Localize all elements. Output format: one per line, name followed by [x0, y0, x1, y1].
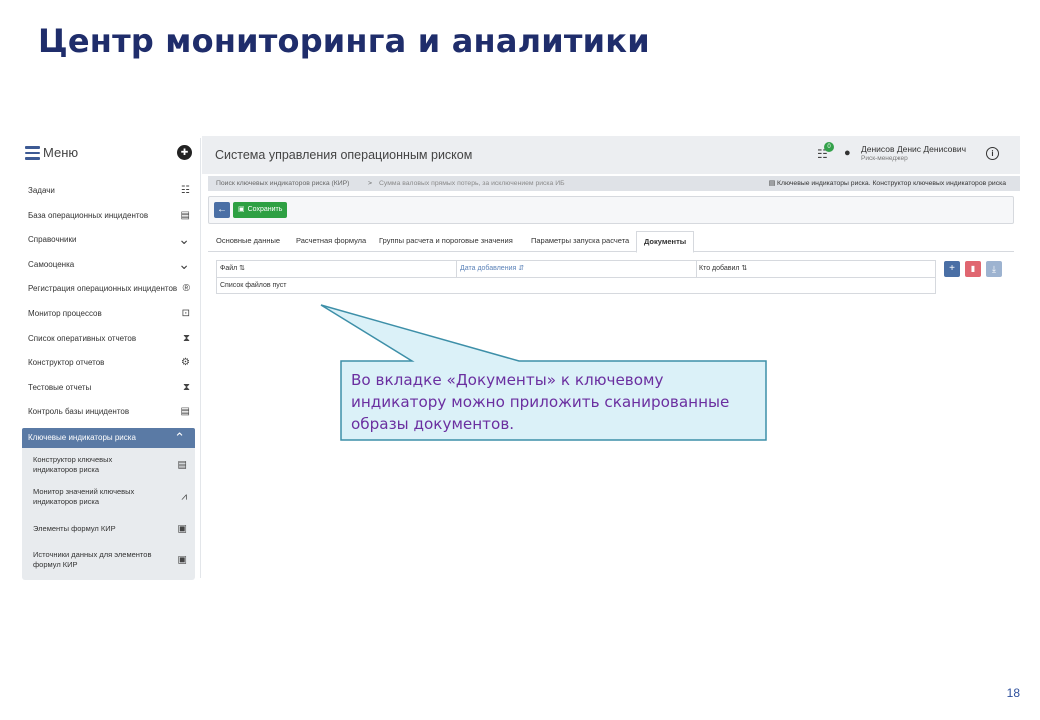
page-number: 18 [1006, 686, 1020, 700]
callout-shape [320, 304, 767, 441]
callout-text: Во вкладке «Документы» к ключевому индик… [351, 371, 730, 433]
